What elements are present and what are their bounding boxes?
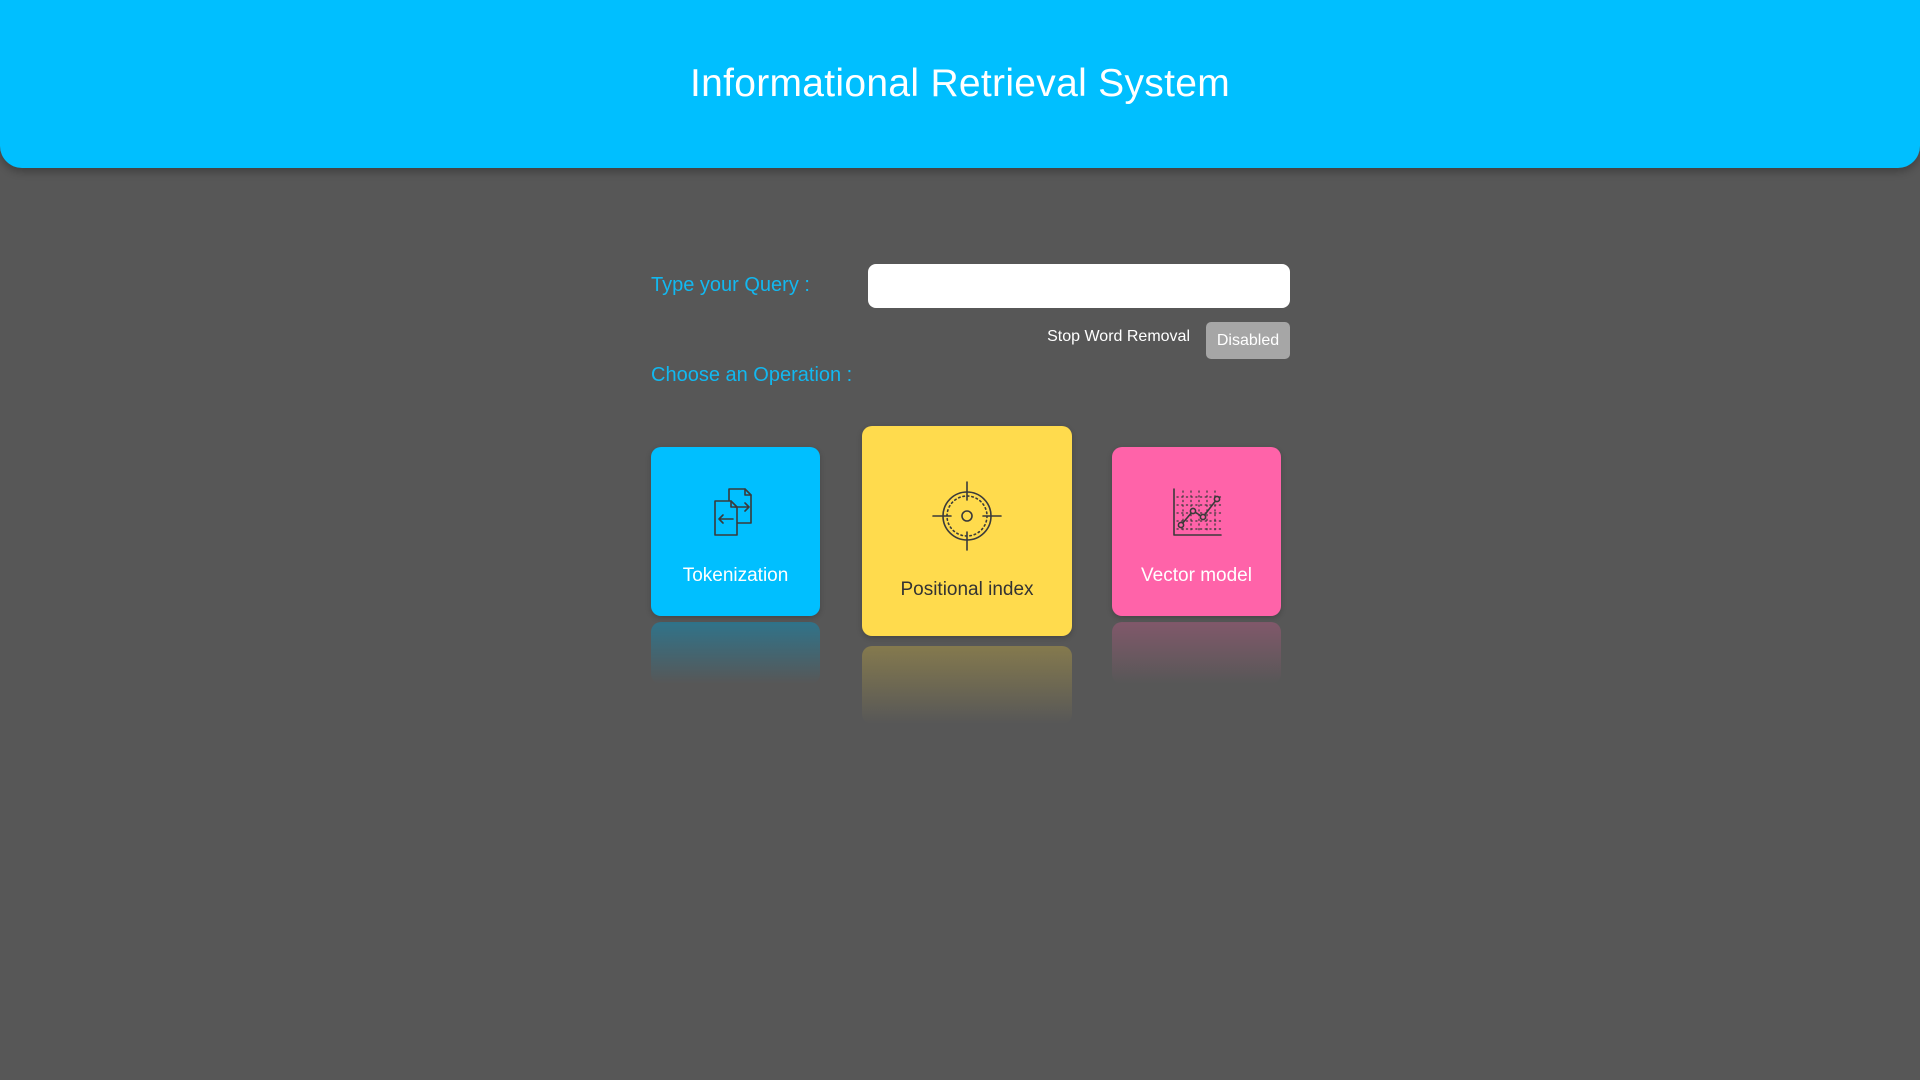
- query-label: Type your Query :: [651, 274, 810, 296]
- vector-model-reflection: [1112, 622, 1281, 684]
- tokenization-label: Tokenization: [682, 565, 789, 586]
- positional-index-reflection: [862, 646, 1072, 724]
- tokenization-tile[interactable]: Tokenization: [651, 447, 820, 616]
- swap-documents-icon: [711, 487, 761, 542]
- positional-index-tile[interactable]: Positional index: [862, 426, 1072, 636]
- vector-model-tile[interactable]: Vector model: [1112, 447, 1281, 616]
- tokenization-reflection: [651, 622, 820, 684]
- stop-word-toggle-button[interactable]: Disabled: [1206, 322, 1290, 359]
- tokenization-tile-group: Tokenization: [651, 447, 820, 684]
- vector-model-tile-group: Vector model: [1112, 447, 1281, 684]
- vector-model-label: Vector model: [1141, 565, 1252, 586]
- line-chart-icon: [1171, 487, 1223, 544]
- header-bar: Informational Retrieval System: [0, 0, 1920, 168]
- positional-index-tile-group: Positional index: [862, 426, 1072, 724]
- page-title: Informational Retrieval System: [689, 61, 1231, 105]
- stop-word-removal-label: Stop Word Removal: [1047, 328, 1190, 345]
- crosshair-icon: [931, 480, 1003, 557]
- positional-index-label: Positional index: [900, 579, 1034, 600]
- query-input[interactable]: [868, 264, 1290, 308]
- operation-label: Choose an Operation :: [651, 364, 853, 386]
- app-window: Informational Retrieval System Type your…: [0, 0, 1920, 1080]
